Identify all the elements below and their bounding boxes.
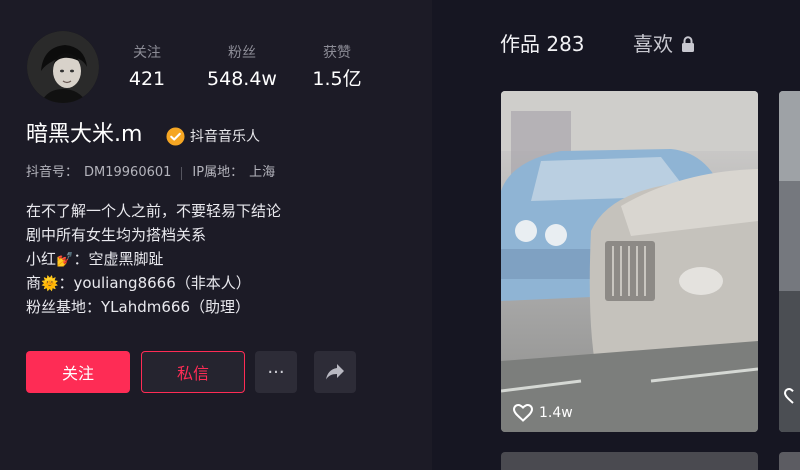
stat-following-value: 421	[128, 68, 166, 90]
account-info: 抖音号： DM19960601 IP属地： 上海	[26, 164, 275, 182]
stat-following-label: 关注	[133, 45, 161, 61]
stat-likes-label: 获赞	[323, 45, 351, 61]
douyin-id-label: 抖音号：	[26, 165, 79, 180]
tab-likes-label: 喜欢	[633, 32, 673, 56]
avatar[interactable]	[27, 31, 99, 103]
more-options-button[interactable]: ···	[255, 351, 297, 393]
video-like-count: 1.4w	[513, 404, 573, 422]
ip-location-label: IP属地：	[192, 165, 244, 180]
stat-likes[interactable]: 获赞 1.5亿	[297, 44, 377, 92]
stat-followers-value: 548.4w	[207, 68, 277, 90]
bio-line-4: 商🌞：youliang8666（非本人）	[26, 271, 281, 295]
follow-button[interactable]: 关注	[26, 351, 130, 393]
bio-line-5: 粉丝基地：YLahdm666（助理）	[26, 298, 250, 316]
verified-badge: 抖音音乐人	[166, 126, 260, 146]
bio-line-1: 在不了解一个人之前，不要轻易下结论	[26, 202, 282, 220]
bio: 在不了解一个人之前，不要轻易下结论 剧中所有女生均为搭档关系 小红💅：空虚黑脚趾…	[26, 199, 281, 319]
bio-line-3-text: ：空虚黑脚趾	[73, 250, 164, 268]
divider	[181, 166, 183, 180]
sun-icon: 🌞	[41, 276, 59, 292]
video-card-row2[interactable]	[501, 452, 758, 470]
stat-likes-value: 1.5亿	[312, 68, 362, 90]
tab-likes[interactable]: 喜欢	[633, 30, 695, 58]
video-like-count-value: 1.4w	[539, 405, 573, 421]
stat-following[interactable]: 关注 421	[107, 44, 187, 92]
lock-icon	[682, 35, 694, 52]
message-button[interactable]: 私信	[141, 351, 245, 393]
verified-label: 抖音音乐人	[190, 129, 260, 145]
username: 暗黑大米.m	[26, 122, 143, 147]
bio-line-4-text: ：youliang8666（非本人）	[58, 274, 251, 292]
more-icon: ···	[267, 361, 285, 383]
share-icon	[326, 364, 344, 380]
bio-line-4-prefix: 商	[26, 274, 42, 292]
video-card-row2-partial[interactable]	[779, 452, 800, 470]
bio-line-2: 剧中所有女生均为搭档关系	[26, 226, 207, 244]
nail-polish-icon: 💅	[56, 252, 74, 268]
tab-works[interactable]: 作品 283	[500, 30, 585, 58]
video-card[interactable]: 1.4w	[501, 91, 758, 432]
video-card-partial[interactable]	[779, 91, 800, 432]
stat-followers-label: 粉丝	[228, 45, 256, 61]
video-thumbnail-partial	[779, 91, 800, 432]
profile-panel: 关注 421 粉丝 548.4w 获赞 1.5亿 暗黑大米.m 抖音音乐人 抖音…	[0, 0, 432, 470]
bio-line-3-prefix: 小红	[26, 250, 57, 268]
video-thumbnail	[501, 91, 758, 432]
stat-followers[interactable]: 粉丝 548.4w	[202, 44, 282, 92]
bio-line-3: 小红💅：空虚黑脚趾	[26, 247, 281, 271]
share-button[interactable]	[314, 351, 356, 393]
ip-location-value: 上海	[249, 165, 276, 180]
verified-check-icon	[166, 126, 185, 146]
heart-icon	[513, 404, 533, 422]
douyin-id-value: DM19960601	[84, 165, 172, 180]
